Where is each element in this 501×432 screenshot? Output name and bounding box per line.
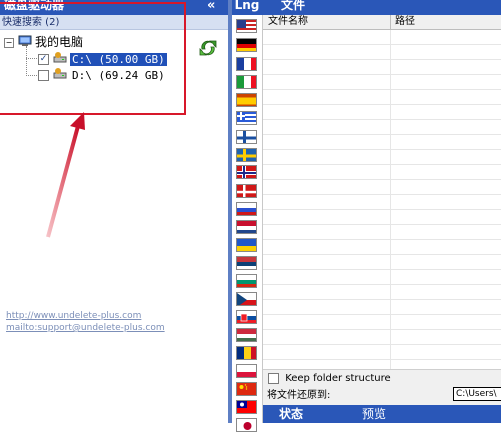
grid-line	[263, 44, 501, 45]
flag-tw-icon[interactable]	[236, 400, 257, 414]
grid-line	[263, 269, 501, 270]
grid-column-line	[390, 30, 391, 369]
grid-line	[263, 209, 501, 210]
keep-folder-structure-label: Keep folder structure	[285, 373, 391, 384]
flag-se-icon[interactable]	[236, 148, 257, 162]
grid-line	[263, 344, 501, 345]
grid-line	[263, 194, 501, 195]
flag-it-icon[interactable]	[236, 75, 257, 89]
flag-ru-icon[interactable]	[236, 202, 257, 216]
collapse-panel-button[interactable]: «	[207, 0, 225, 13]
flag-cn-icon[interactable]	[236, 382, 257, 396]
flag-cz-icon[interactable]	[236, 292, 257, 306]
flag-ro-icon[interactable]	[236, 346, 257, 360]
restore-path-field[interactable]: C:\Users\	[453, 387, 501, 401]
annotation-arrow	[46, 112, 85, 238]
grid-line	[263, 299, 501, 300]
flag-rs-icon[interactable]	[236, 256, 257, 270]
support-email-link[interactable]: mailto:support@undelete-plus.com	[6, 320, 165, 333]
grid-line	[263, 239, 501, 240]
restore-to-label: 将文件还原到:	[267, 390, 331, 401]
flag-fi-icon[interactable]	[236, 130, 257, 144]
flag-es-icon[interactable]	[236, 93, 257, 107]
grid-line	[263, 314, 501, 315]
column-separator[interactable]	[390, 15, 391, 29]
grid-line	[263, 179, 501, 180]
grid-line	[263, 89, 501, 90]
column-header-file-name[interactable]: 文件名称	[268, 15, 308, 29]
grid-line	[263, 329, 501, 330]
grid-line	[263, 119, 501, 120]
keep-folder-structure-option[interactable]: Keep folder structure	[268, 372, 391, 386]
flag-us-icon[interactable]	[236, 19, 257, 33]
grid-line	[263, 74, 501, 75]
flag-hu-icon[interactable]	[236, 328, 257, 342]
flag-jp-icon[interactable]	[236, 418, 257, 432]
grid-line	[263, 359, 501, 360]
grid-line	[263, 59, 501, 60]
flag-pl-icon[interactable]	[236, 364, 257, 378]
flag-de-icon[interactable]	[236, 38, 257, 52]
flag-fr-icon[interactable]	[236, 57, 257, 71]
flag-dk-icon[interactable]	[236, 184, 257, 198]
keep-folder-structure-checkbox[interactable]	[268, 372, 279, 384]
column-header-path[interactable]: 路径	[395, 15, 415, 29]
flag-gr-icon[interactable]	[236, 111, 257, 125]
grid-line	[263, 149, 501, 150]
files-panel-title: 文件	[262, 0, 501, 15]
grid-line	[263, 284, 501, 285]
flag-bg-icon[interactable]	[236, 274, 257, 288]
grid-line	[263, 134, 501, 135]
language-bar-title: Lng	[232, 0, 262, 15]
grid-line	[263, 164, 501, 165]
flag-sk-icon[interactable]	[236, 310, 257, 324]
grid-line	[263, 104, 501, 105]
file-table-body[interactable]	[263, 30, 501, 369]
annotation-highlight-box	[0, 2, 186, 115]
grid-line	[263, 254, 501, 255]
flag-nl-icon[interactable]	[236, 220, 257, 234]
flag-ua-icon[interactable]	[236, 238, 257, 252]
grid-line	[263, 224, 501, 225]
flag-no-icon[interactable]	[236, 165, 257, 179]
tab-status[interactable]: 状态	[279, 405, 303, 423]
refresh-icon[interactable]	[198, 38, 218, 58]
tab-preview[interactable]: 预览	[362, 405, 386, 423]
